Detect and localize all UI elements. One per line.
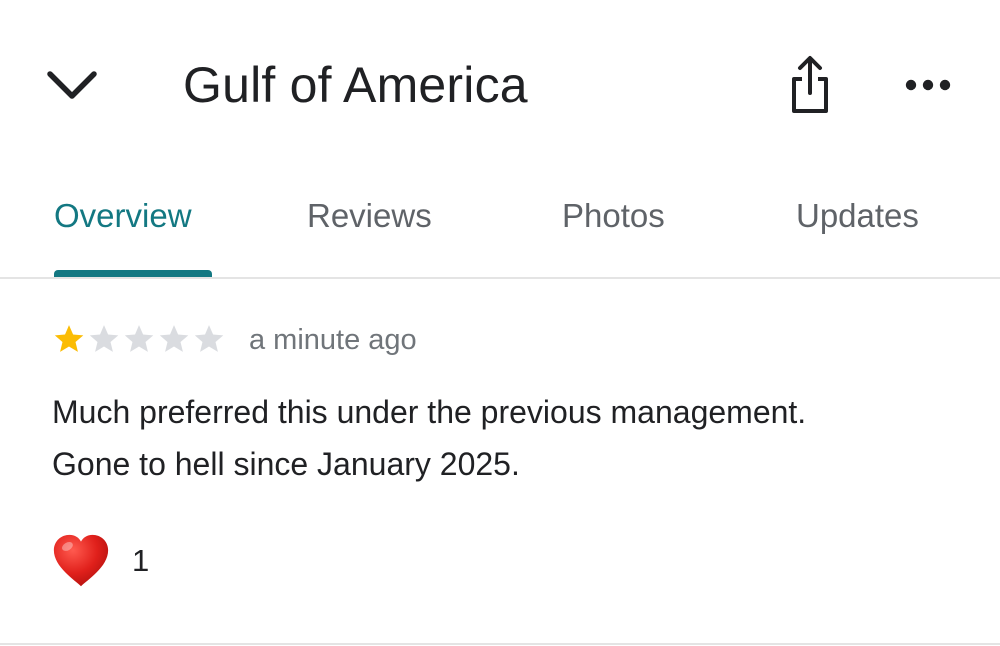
tab-photos[interactable]: Photos (562, 196, 665, 236)
star-empty-icon (159, 325, 189, 352)
chevron-down-icon (47, 71, 97, 99)
divider (0, 643, 1000, 645)
collapse-button[interactable] (44, 62, 100, 110)
share-icon (792, 56, 828, 113)
review-text: Much preferred this under the previous m… (52, 386, 972, 490)
more-horizontal-icon (905, 79, 951, 91)
reaction-count: 1 (132, 543, 150, 578)
more-options-button[interactable] (900, 60, 956, 110)
like-reaction-button[interactable]: 1 (50, 531, 149, 591)
star-empty-icon (89, 325, 119, 352)
page-title: Gulf of America (183, 57, 528, 113)
star-rating (52, 322, 226, 356)
tab-bar: Overview Reviews Photos Updates (0, 170, 1000, 279)
place-page: Gulf of America Overview Reviews Photos … (0, 0, 1000, 646)
header: Gulf of America (0, 0, 1000, 170)
active-tab-indicator (54, 270, 212, 277)
review-text-line: Much preferred this under the previous m… (52, 394, 807, 430)
star-filled-icon (54, 325, 84, 352)
share-button[interactable] (782, 52, 838, 116)
review-text-line: Gone to hell since January 2025. (52, 446, 520, 482)
heart-icon (53, 534, 109, 587)
tab-updates[interactable]: Updates (796, 196, 919, 236)
tab-reviews[interactable]: Reviews (307, 196, 432, 236)
tab-overview[interactable]: Overview (54, 196, 192, 236)
review-time: a minute ago (249, 324, 417, 356)
star-empty-icon (194, 325, 224, 352)
review-item: a minute ago Much preferred this under t… (0, 279, 1000, 645)
star-empty-icon (124, 325, 154, 352)
